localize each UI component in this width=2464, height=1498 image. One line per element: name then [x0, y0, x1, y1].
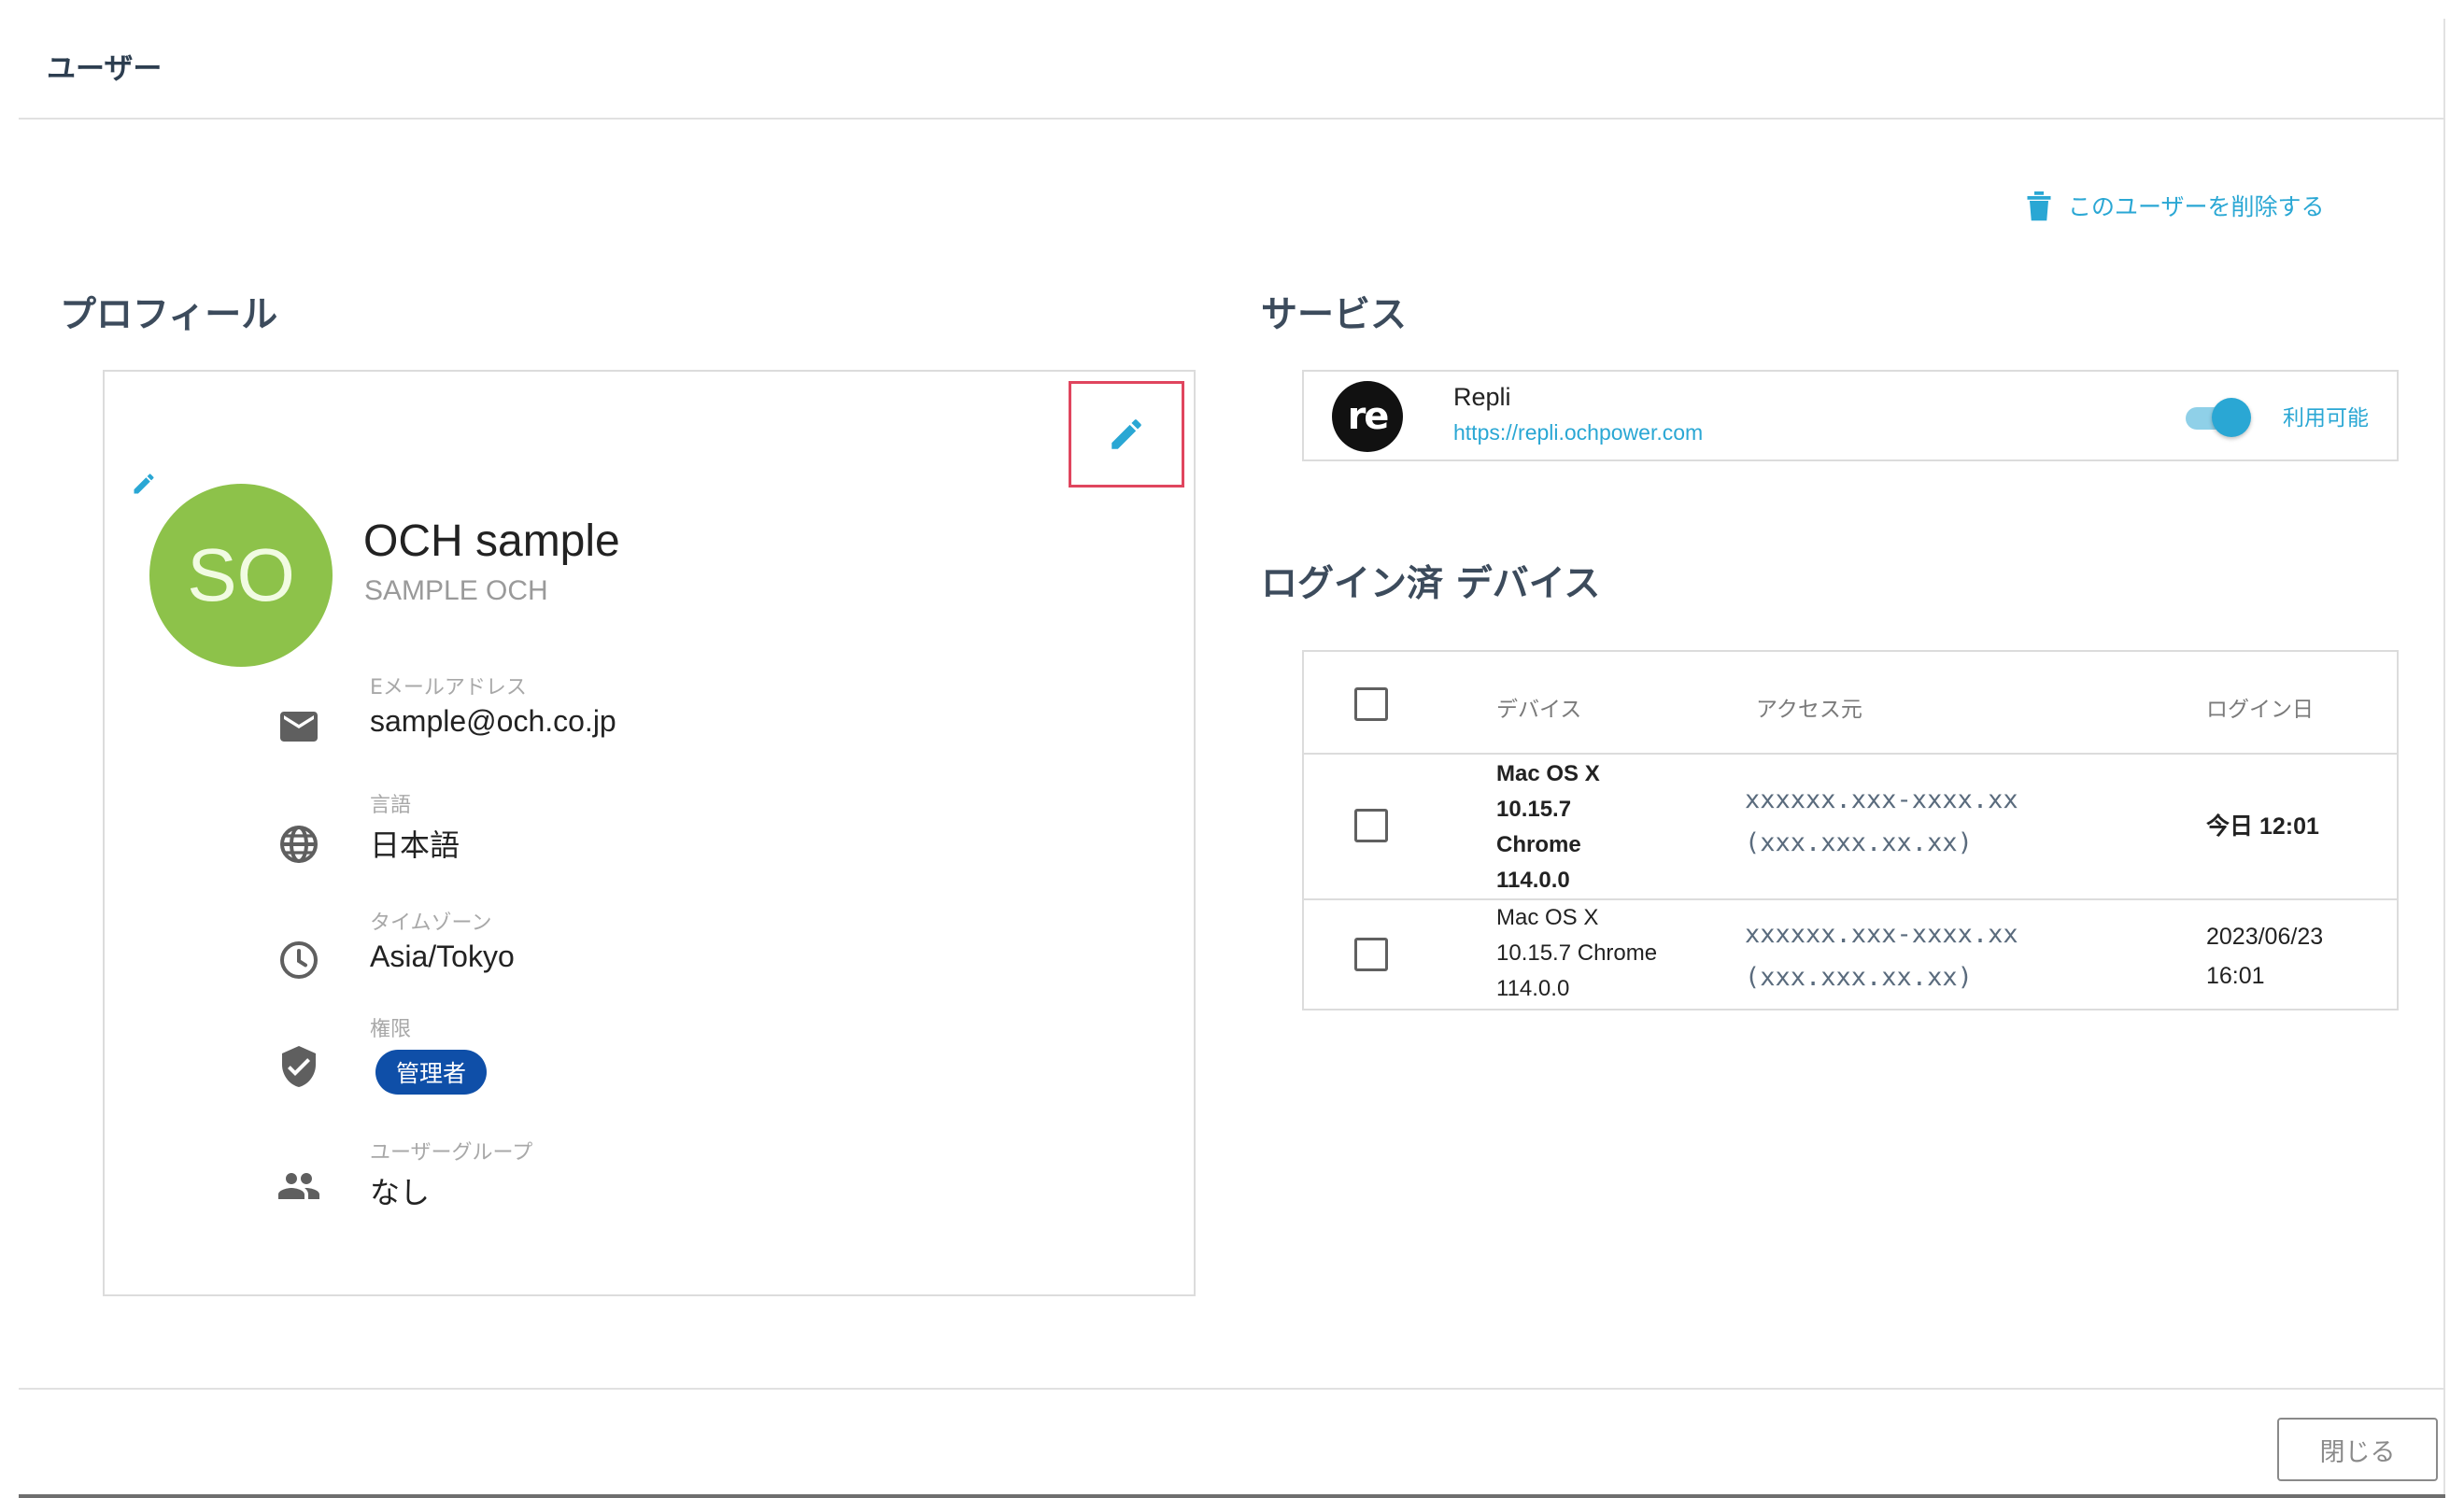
service-name: Repli — [1453, 383, 1511, 411]
source-cell: xxxxxx.xxx-xxxx.xx (xxx.xxx.xx.xx) — [1745, 779, 2018, 865]
language-label: 言語 — [370, 794, 412, 817]
devices-table: デバイス アクセス元 ログイン日 Mac OS X 10.15.7 Chrome… — [1302, 650, 2399, 1010]
services-heading: サービス — [1261, 294, 1408, 336]
role-label: 権限 — [370, 1018, 412, 1041]
table-row: Mac OS X 10.15.7 Chrome 114.0.0 xxxxxx.x… — [1304, 755, 2397, 900]
avatar-edit-icon[interactable] — [131, 471, 157, 497]
user-name-kana: SAMPLE OCH — [364, 575, 548, 606]
clock-icon — [280, 941, 318, 979]
timezone-label: タイムゾーン — [370, 912, 492, 935]
device-line: Chrome — [1496, 832, 1581, 857]
usergroup-value: なし — [370, 1176, 431, 1209]
source-cell: xxxxxx.xxx-xxxx.xx (xxx.xxx.xx.xx) — [1745, 913, 2018, 999]
profile-card: SO OCH sample SAMPLE OCH Eメールアドレス sample… — [103, 370, 1196, 1296]
login-date-cell: 2023/06/23 16:01 — [2206, 917, 2323, 996]
table-header: デバイス アクセス元 ログイン日 — [1304, 652, 2397, 755]
repli-logo: re — [1332, 381, 1403, 452]
row-checkbox[interactable] — [1354, 809, 1388, 842]
source-line: xxxxxx.xxx-xxxx.xx — [1745, 920, 2018, 949]
delete-user-label: このユーザーを削除する — [2068, 193, 2325, 220]
device-cell: Mac OS X 10.15.7 Chrome 114.0.0 — [1496, 900, 1657, 1007]
select-all-checkbox[interactable] — [1354, 687, 1388, 721]
device-line: 10.15.7 Chrome — [1496, 940, 1658, 966]
service-status: 利用可能 — [2283, 406, 2369, 431]
people-icon — [278, 1173, 319, 1199]
service-item: re Repli https://repli.ochpower.com 利用可能 — [1302, 370, 2399, 461]
edit-profile-button[interactable] — [1069, 381, 1184, 488]
avatar: SO — [149, 484, 333, 667]
column-header-device: デバイス — [1496, 698, 1582, 722]
row-checkbox[interactable] — [1354, 938, 1388, 971]
user-dialog: ユーザー このユーザーを削除する プロフィール SO OCH sample SA… — [19, 19, 2445, 1498]
timezone-value: Asia/Tokyo — [370, 940, 515, 973]
role-badge: 管理者 — [375, 1050, 488, 1095]
device-line: Mac OS X — [1496, 761, 1600, 786]
trash-icon — [2027, 191, 2051, 221]
source-line: (xxx.xxx.xx.xx) — [1745, 963, 1973, 992]
footer-divider — [19, 1388, 2445, 1390]
login-date-cell: 今日 12:01 — [2206, 813, 2319, 840]
usergroup-label: ユーザーグループ — [370, 1141, 533, 1165]
source-line: (xxx.xxx.xx.xx) — [1745, 828, 1973, 857]
dialog-bottom-edge — [19, 1494, 2445, 1498]
service-toggle[interactable] — [2186, 396, 2251, 437]
device-line: 114.0.0 — [1496, 976, 1570, 1001]
device-cell: Mac OS X 10.15.7 Chrome 114.0.0 — [1496, 756, 1600, 898]
email-label: Eメールアドレス — [370, 676, 527, 700]
login-time-line: 16:01 — [2206, 963, 2265, 989]
source-line: xxxxxx.xxx-xxxx.xx — [1745, 785, 2018, 814]
device-line: 114.0.0 — [1496, 868, 1570, 893]
login-date-line: 2023/06/23 — [2206, 924, 2324, 950]
delete-user-button[interactable]: このユーザーを削除する — [2025, 189, 2325, 222]
mail-icon — [280, 712, 318, 742]
email-value: sample@och.co.jp — [370, 704, 616, 738]
title-divider — [19, 118, 2445, 120]
shield-check-icon — [282, 1046, 316, 1087]
column-header-source: アクセス元 — [1756, 698, 1862, 722]
toggle-knob — [2212, 398, 2251, 437]
dialog-title: ユーザー — [47, 52, 163, 86]
service-url-link[interactable]: https://repli.ochpower.com — [1453, 420, 1703, 445]
device-line: Mac OS X — [1496, 905, 1599, 930]
profile-heading: プロフィール — [60, 294, 278, 336]
device-line: 10.15.7 — [1496, 797, 1572, 822]
devices-heading: ログイン済 デバイス — [1261, 563, 1601, 605]
user-name: OCH sample — [363, 516, 620, 566]
language-value: 日本語 — [370, 828, 460, 862]
globe-icon — [280, 826, 318, 863]
table-row: Mac OS X 10.15.7 Chrome 114.0.0 xxxxxx.x… — [1304, 902, 2397, 1010]
pencil-icon — [1112, 419, 1141, 449]
column-header-login: ログイン日 — [2206, 698, 2314, 722]
close-button[interactable]: 閉じる — [2277, 1418, 2438, 1481]
